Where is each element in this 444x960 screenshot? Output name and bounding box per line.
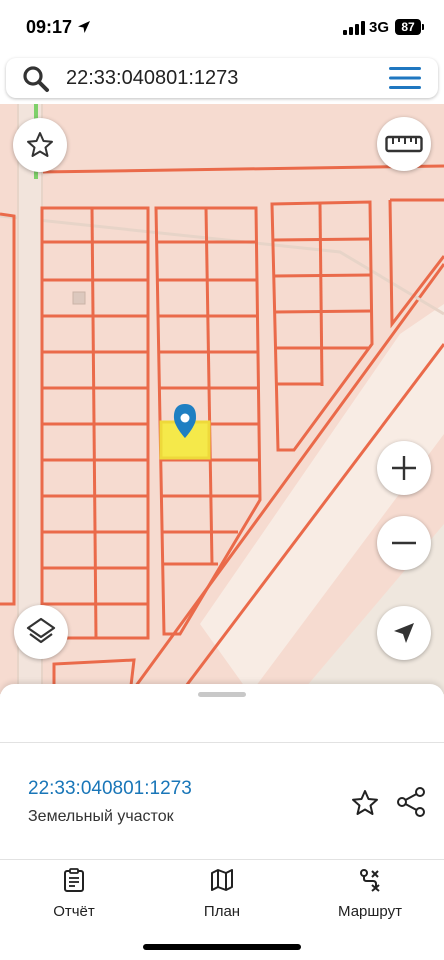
battery-level: 87 <box>401 20 415 34</box>
parcel-border-top <box>39 164 444 174</box>
route-icon <box>360 869 380 892</box>
dirt-road <box>0 214 444 316</box>
parcel-cadastral-number[interactable]: 22:33:040801:1273 <box>28 778 192 800</box>
layers-button[interactable] <box>14 605 68 659</box>
layers-icon <box>26 617 56 644</box>
zoom-out-icon <box>392 541 416 545</box>
parcel-block-d <box>388 198 444 329</box>
tab-route-label: Маршрут <box>338 903 402 920</box>
battery-icon: 87 <box>395 19 421 35</box>
search-bar <box>6 58 438 98</box>
zoom-in-icon <box>392 456 416 480</box>
share-icon[interactable] <box>396 786 426 818</box>
bottom-sheet: 22:33:040801:1273 Земельный участок Отчё… <box>0 684 444 960</box>
parcel-block-far-left <box>0 212 16 606</box>
status-time: 09:17 <box>26 17 73 37</box>
network-label: 3G <box>369 19 390 36</box>
parcel-object-type: Земельный участок <box>28 808 174 825</box>
zoom-in-button[interactable] <box>377 441 431 495</box>
screen: 09:17 3G 87 22:33:040801:1273 22:33:0408… <box>0 0 444 960</box>
signal-bars-icon <box>343 21 365 35</box>
tab-route[interactable]: Маршрут <box>310 868 430 928</box>
hamburger-menu-icon[interactable] <box>388 66 422 90</box>
location-arrow-icon <box>78 21 90 33</box>
drag-handle[interactable] <box>198 692 246 697</box>
map-plan-icon <box>211 869 233 891</box>
zoom-out-button[interactable] <box>377 516 431 570</box>
tab-report-label: Отчёт <box>53 903 95 920</box>
tab-report[interactable]: Отчёт <box>14 868 134 928</box>
search-input[interactable] <box>66 58 366 98</box>
parcel-block-a <box>40 206 150 640</box>
divider <box>0 742 444 743</box>
ruler-icon <box>385 135 423 153</box>
star-outline-icon[interactable] <box>350 788 380 818</box>
favorite-star-icon <box>27 132 53 157</box>
tab-plan[interactable]: План <box>162 868 282 928</box>
battery-tip <box>422 24 424 30</box>
search-icon[interactable] <box>22 65 50 93</box>
ruler-button[interactable] <box>377 117 431 171</box>
tab-plan-label: План <box>203 903 241 920</box>
map-canvas[interactable] <box>0 104 444 694</box>
my-location-button[interactable] <box>377 606 431 660</box>
building <box>72 291 86 305</box>
report-icon <box>64 868 84 892</box>
divider <box>0 859 444 860</box>
status-bar: 09:17 3G 87 <box>0 0 444 56</box>
home-indicator <box>143 944 301 950</box>
favorite-button[interactable] <box>13 118 67 172</box>
cadastral-map[interactable] <box>0 104 444 694</box>
my-location-icon <box>394 623 414 643</box>
